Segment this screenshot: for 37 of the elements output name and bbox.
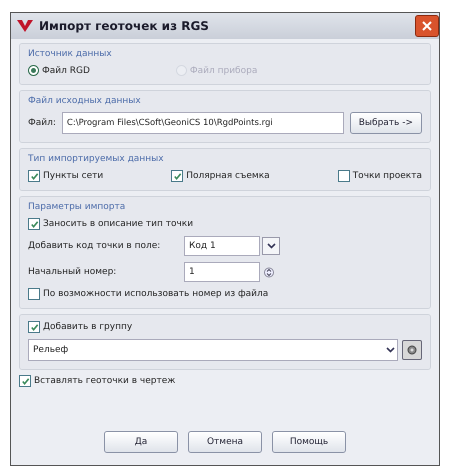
checkbox[interactable]: [28, 170, 40, 182]
checkbox[interactable]: [19, 375, 31, 387]
logo-icon: [17, 19, 33, 33]
file-path-field[interactable]: C:\Program Files\CSoft\GeoniCS 10\RgdPoints.rgi: [62, 112, 344, 134]
dialog-button[interactable]: Отмена: [188, 431, 262, 453]
checkbox-label: Вставлять геоточки в чертеж: [34, 376, 176, 386]
field-label: Файл:: [28, 118, 56, 128]
checkbox[interactable]: [28, 321, 40, 333]
checkbox-label: Точки проекта: [352, 171, 422, 181]
group-title: Тип импортируемых данных: [28, 154, 165, 164]
radio-button[interactable]: [28, 65, 39, 76]
dialog-button[interactable]: Помощь: [272, 431, 346, 453]
field-label: Начальный номер:: [28, 267, 118, 277]
dialog-button[interactable]: Да: [104, 431, 178, 453]
checkbox[interactable]: [338, 170, 350, 182]
checkbox[interactable]: [28, 218, 40, 230]
radio-label: Файл прибора: [190, 66, 258, 76]
checkbox-label: Заносить в описание тип точки: [43, 219, 194, 229]
group-dropdown-field[interactable]: Рельеф: [28, 339, 398, 361]
window-title: Импорт геоточек из RGS: [39, 19, 210, 33]
number-field[interactable]: 1: [184, 262, 260, 282]
checkbox[interactable]: [28, 288, 40, 300]
checkbox-label: Полярная съемка: [186, 171, 270, 181]
settings-button[interactable]: [402, 340, 422, 360]
field-label: Добавить код точки в поле:: [28, 241, 162, 251]
group-title: Файл исходных данных: [28, 96, 142, 106]
checkbox-label: Пункты сети: [43, 171, 104, 181]
browse-button[interactable]: Выбрать ->: [350, 112, 422, 134]
checkbox[interactable]: [171, 170, 184, 182]
group-title: Источник данных: [28, 49, 113, 59]
close-icon[interactable]: [415, 15, 439, 37]
dropdown-value: Рельеф: [33, 345, 68, 355]
checkbox-label: Добавить в группу: [43, 322, 132, 332]
dropdown-field[interactable]: Код 1: [184, 236, 260, 256]
radio-label[interactable]: Файл RGD: [42, 66, 90, 76]
group-title: Параметры импорта: [28, 202, 126, 212]
checkbox-label: По возможности использовать номер из файла: [43, 289, 268, 299]
